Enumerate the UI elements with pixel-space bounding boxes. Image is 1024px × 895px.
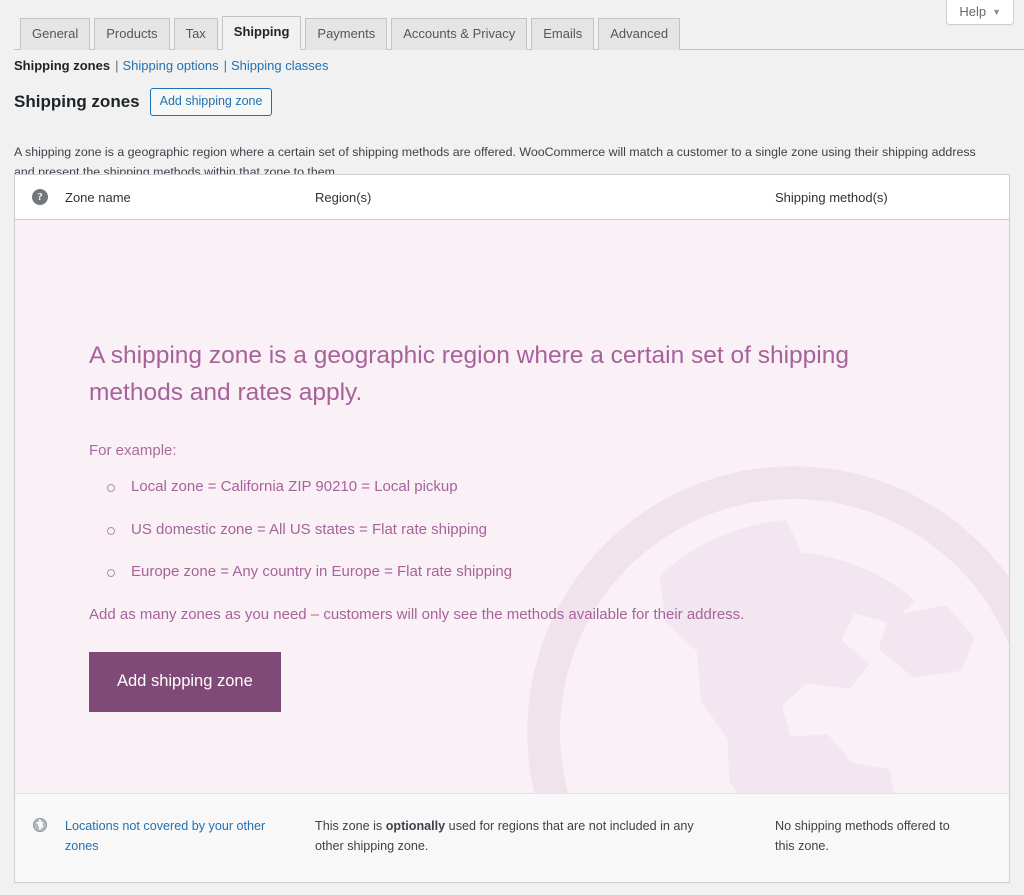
tab-advanced[interactable]: Advanced <box>598 18 681 50</box>
blank-state-closing-text: Add as many zones as you need – customer… <box>89 605 745 623</box>
table-row-rest-of-world: Locations not covered by your other zone… <box>15 793 1009 883</box>
help-tab-label: Help <box>959 4 987 19</box>
rest-of-world-zone-name-cell: Locations not covered by your other zone… <box>65 816 315 856</box>
blank-state-content: A shipping zone is a geographic region w… <box>15 220 1009 712</box>
rest-of-world-icon-cell <box>15 816 65 833</box>
settings-tab-bar: General Products Tax Shipping Payments A… <box>14 16 1024 50</box>
subnav-item-shipping-options[interactable]: Shipping options <box>122 58 218 73</box>
rest-of-world-methods-cell: No shipping methods offered to this zone… <box>775 819 950 854</box>
rest-of-world-zone-link[interactable]: Locations not covered by your other zone… <box>65 819 265 853</box>
subnav-separator-2: | <box>223 58 227 73</box>
blank-state-for-example: For example: <box>89 441 177 459</box>
blank-state-heading: A shipping zone is a geographic region w… <box>89 342 849 406</box>
woocommerce-shipping-zones-page: Help ▼ General Products Tax Shipping Pay… <box>0 0 1024 895</box>
page-title: Shipping zones <box>14 91 140 111</box>
table-header-row: ? Zone name Region(s) Shipping method(s) <box>15 175 1009 220</box>
tab-general[interactable]: General <box>20 18 91 50</box>
column-header-shipping-methods: Shipping method(s) <box>775 189 888 205</box>
tab-emails[interactable]: Emails <box>531 18 595 50</box>
tab-products[interactable]: Products <box>94 18 170 50</box>
tab-payments[interactable]: Payments <box>305 18 388 50</box>
chevron-down-icon: ▼ <box>992 7 1001 18</box>
rest-of-world-description-pre: This zone is <box>315 819 386 833</box>
list-item: Local zone = California ZIP 90210 = Loca… <box>89 476 1009 499</box>
tab-tax[interactable]: Tax <box>173 18 218 50</box>
subnav-separator-1: | <box>115 58 119 73</box>
tab-accounts-privacy[interactable]: Accounts & Privacy <box>391 18 528 50</box>
blank-state-example-list: Local zone = California ZIP 90210 = Loca… <box>89 476 1009 584</box>
zones-blank-state: A shipping zone is a geographic region w… <box>15 220 1009 793</box>
help-tip-icon[interactable]: ? <box>32 189 48 205</box>
add-shipping-zone-button-top[interactable]: Add shipping zone <box>149 88 273 116</box>
page-title-row: Shipping zones Add shipping zone <box>14 88 273 116</box>
list-item: Europe zone = Any country in Europe = Fl… <box>89 561 1009 584</box>
rest-of-world-description-cell: This zone is optionally used for regions… <box>315 816 775 856</box>
add-shipping-zone-button-cta[interactable]: Add shipping zone <box>89 652 281 712</box>
subnav-item-shipping-classes[interactable]: Shipping classes <box>231 58 329 73</box>
tab-shipping[interactable]: Shipping <box>221 16 302 50</box>
rest-of-world-description-bold: optionally <box>385 819 446 833</box>
globe-icon <box>33 818 47 832</box>
sort-column-header: ? <box>15 189 65 205</box>
subnav-item-shipping-zones[interactable]: Shipping zones <box>14 58 110 73</box>
shipping-subnav: Shipping zones | Shipping options | Ship… <box>14 58 329 73</box>
column-header-zone-name: Zone name <box>65 189 131 205</box>
shipping-zones-table: ? Zone name Region(s) Shipping method(s)… <box>14 174 1010 884</box>
column-header-regions: Region(s) <box>315 189 372 205</box>
list-item: US domestic zone = All US states = Flat … <box>89 519 1009 542</box>
